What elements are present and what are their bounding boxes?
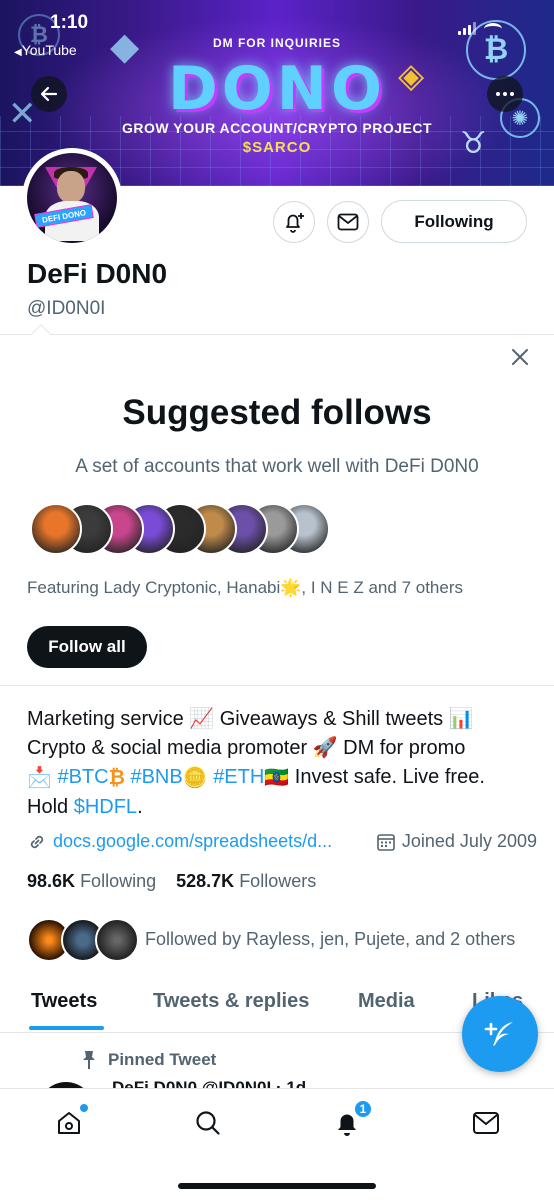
back-button[interactable] [31,76,67,112]
message-button[interactable] [327,201,369,243]
more-horizontal-icon [496,92,514,96]
ethiopia-flag-emoji: 🇪🇹 [264,766,290,789]
nav-notifications[interactable]: 1 [331,1099,373,1139]
envelope-arrow-emoji: 📩 [27,766,52,789]
banner-title: DONO [167,54,387,124]
new-content-dot [80,1104,88,1112]
profile-bio: Marketing service 📈 Giveaways & Shill tw… [27,705,532,822]
feather-plus-icon [484,1022,513,1046]
follow-counts: 98.6K Following 528.7K Followers [27,871,316,892]
followed-by-text: Followed by Rayless, jen, Pujete, and 2 … [145,929,516,949]
link-icon [30,835,44,848]
pinned-tweet-label: Pinned Tweet [80,1050,216,1070]
compose-tweet-button[interactable] [462,996,538,1072]
active-tab-indicator [29,1026,104,1030]
search-icon [196,1111,220,1135]
bar-chart-emoji: 📊 [448,708,474,731]
bell-plus-icon [286,213,304,233]
suggested-follows-subtitle: A set of accounts that work well with De… [75,456,479,477]
bitcoin-emoji: ₿ [108,766,125,789]
envelope-icon [473,1112,499,1134]
banner-subtitle: GROW YOUR ACCOUNT/CRYPTO PROJECT [121,120,433,136]
envelope-icon [337,213,359,231]
home-icon [58,1112,80,1134]
arrow-left-icon [40,86,58,102]
profile-website-link[interactable]: docs.google.com/spreadsheets/d... [53,831,332,852]
close-suggested-button[interactable] [508,345,532,369]
nav-messages[interactable] [470,1107,502,1139]
divider [0,334,554,335]
home-indicator [178,1183,376,1189]
pinned-tweet-preview[interactable]: DeFi D0N0 @ID0N0I · 1d [38,1078,538,1088]
status-back-to-app[interactable]: ◀YouTube [14,42,77,58]
nav-search[interactable] [192,1107,224,1139]
bnb-emoji: 🪙 [182,766,208,789]
banner-dm-text: DM FOR INQUIRIES [212,36,341,50]
more-button[interactable] [487,76,523,112]
following-count-link[interactable]: 98.6K Following [27,871,156,891]
profile-avatar[interactable]: DEFI DONO [22,148,122,248]
tab-media[interactable]: Media [358,990,415,1013]
followers-count-link[interactable]: 528.7K Followers [176,871,316,891]
status-back-label: YouTube [21,42,77,58]
pin-icon [83,1051,95,1069]
divider [0,685,554,686]
avatar-image: DEFI DONO [27,153,117,243]
followed-by-row[interactable]: Followed by Rayless, jen, Pujete, and 2 … [27,918,537,962]
triangle-left-icon: ◀ [14,47,22,58]
tweet-author-line: DeFi D0N0 @ID0N0I · 1d [112,1078,307,1088]
joined-text: Joined July 2009 [401,831,537,851]
hashtag-bnb[interactable]: #BNB [130,766,182,788]
tab-tweets-replies[interactable]: Tweets & replies [153,990,309,1013]
status-indicators [458,22,502,35]
nav-home[interactable] [53,1104,88,1139]
cellular-signal-icon [458,22,476,35]
profile-meta: docs.google.com/spreadsheets/d... Joined… [27,831,537,852]
avatar [95,918,139,962]
follow-all-button[interactable]: Follow all [27,626,147,668]
tab-tweets[interactable]: Tweets [31,990,97,1013]
featuring-text: Featuring Lady Cryptonic, Hanabi🌟, I N E… [27,578,463,597]
notifications-subscribe-button[interactable] [273,201,315,243]
rocket-emoji: 🚀 [312,737,338,760]
profile-handle: @ID0N0I [27,298,106,319]
notification-count-badge: 1 [353,1099,373,1119]
chart-increasing-emoji: 📈 [189,708,215,731]
calendar-icon [377,833,395,851]
close-icon [512,349,528,365]
bio-line: Marketing service 📈 Giveaways & Shill tw… [27,705,532,734]
hashtag-eth[interactable]: #ETH [213,766,264,788]
profile-name: DeFi D0N0 [27,258,168,289]
bio-line: Hold $HDFL. [27,795,143,818]
joined-date: Joined July 2009 [376,831,537,852]
wifi-icon [484,22,502,35]
status-time: 1:10 [50,12,89,33]
suggested-avatar [30,503,82,555]
suggested-follows-title: Suggested follows [122,393,432,432]
hashtag-btc[interactable]: #BTC [57,766,108,788]
bio-line: 📩 #BTC₿ #BNB🪙 #ETH🇪🇹 Invest safe. Live f… [27,763,532,792]
card-pointer [31,324,51,344]
cashtag-hdfl[interactable]: $HDFL [74,796,137,818]
bio-line: Crypto & social media promoter 🚀 DM for … [27,734,532,763]
following-button[interactable]: Following [381,200,527,243]
